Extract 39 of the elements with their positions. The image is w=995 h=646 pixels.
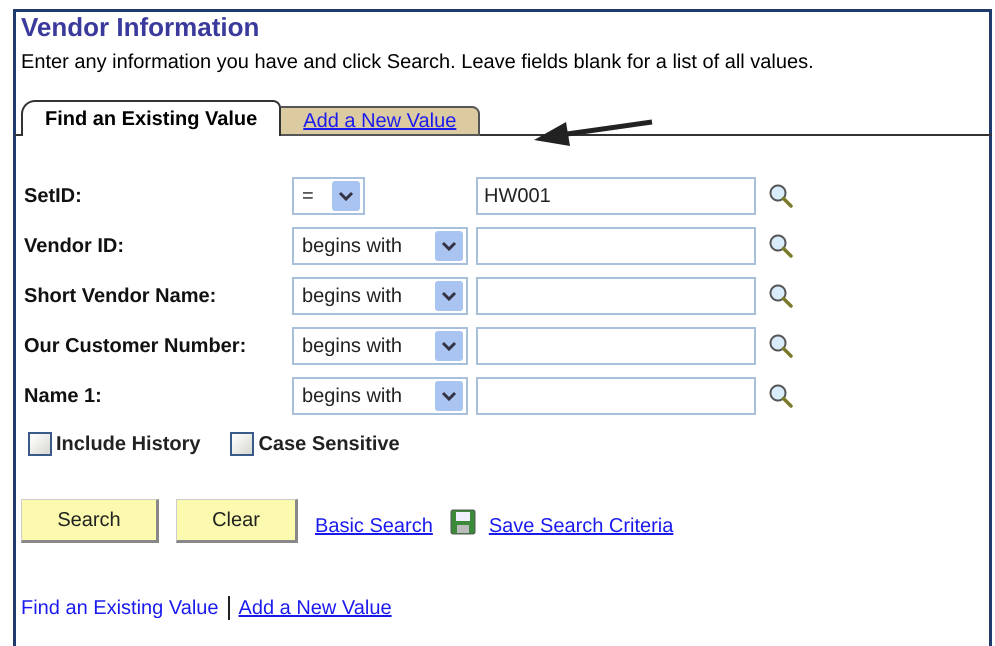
chevron-icon	[435, 331, 463, 361]
field-label: Vendor ID:	[24, 234, 126, 259]
operator-dropdown[interactable]: begins with	[292, 377, 468, 415]
field-label: Name 1:	[24, 384, 103, 409]
search-icon[interactable]	[768, 183, 794, 209]
operator-dropdown[interactable]: begins with	[292, 227, 468, 265]
field-label: SetID:	[24, 184, 83, 209]
text-input-field[interactable]	[476, 227, 756, 265]
page-title: Vendor Information	[21, 11, 260, 43]
link[interactable]: Save Search Criteria	[488, 511, 674, 541]
field-label: Short Vendor Name:	[24, 284, 218, 309]
search-icon[interactable]	[768, 283, 794, 309]
link[interactable]: Find an Existing Value	[21, 593, 219, 623]
operator-dropdown[interactable]: begins with	[292, 277, 468, 315]
chevron-icon	[332, 181, 360, 211]
checkbox-label: Include History	[56, 432, 200, 457]
checkbox[interactable]	[28, 432, 52, 456]
chevron-icon	[435, 381, 463, 411]
checkbox[interactable]	[230, 432, 254, 456]
operator-dropdown[interactable]: begins with	[292, 327, 468, 365]
action-button[interactable]: Clear	[176, 499, 298, 543]
instructions-text: Enter any information you have and click Search. Leave fields blank for a list of all values.	[21, 50, 815, 75]
link[interactable]: Basic Search	[315, 511, 433, 541]
tab[interactable]: Add a New Value	[281, 106, 480, 136]
link[interactable]: Add a New Value	[238, 593, 392, 623]
tab[interactable]: Find an Existing Value	[21, 100, 282, 136]
text-input-field[interactable]	[476, 377, 756, 415]
action-button[interactable]: Search	[21, 499, 159, 543]
text-input-field[interactable]: HW001	[476, 177, 756, 215]
text-input-field[interactable]	[476, 327, 756, 365]
search-icon[interactable]	[768, 333, 794, 359]
search-icon[interactable]	[768, 233, 794, 259]
chevron-icon	[435, 281, 463, 311]
text-input-field[interactable]	[476, 277, 756, 315]
chevron-icon	[435, 231, 463, 261]
search-icon[interactable]	[768, 383, 794, 409]
field-label: Our Customer Number:	[24, 334, 248, 359]
checkbox-label: Case Sensitive	[258, 432, 400, 457]
operator-dropdown[interactable]: =	[292, 177, 365, 215]
